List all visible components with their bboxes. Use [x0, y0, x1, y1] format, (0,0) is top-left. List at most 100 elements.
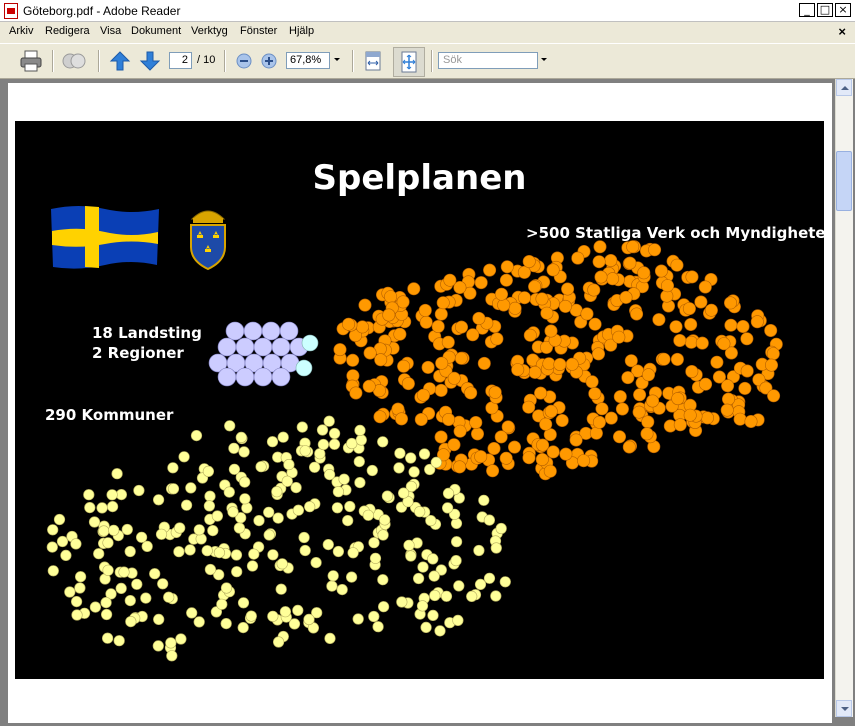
state-agency-dot: [497, 298, 511, 312]
municipality-dot: [372, 621, 384, 633]
municipality-dot: [230, 549, 243, 561]
zoom-dropdown-icon[interactable]: [334, 58, 340, 61]
zoom-level-input[interactable]: 67,8%: [286, 52, 330, 69]
municipality-dot: [157, 578, 169, 590]
state-agency-dot: [684, 335, 698, 349]
state-agency-dot: [648, 243, 662, 257]
label-state-agencies: >500 Statliga Verk och Myndigheter: [526, 224, 824, 242]
municipality-dot: [131, 578, 143, 590]
menu-dokument[interactable]: Dokument: [131, 25, 181, 37]
state-agency-dot: [561, 282, 575, 296]
state-agency-dot: [612, 330, 626, 344]
municipality-dot: [60, 549, 72, 562]
menu-fonster[interactable]: Fönster: [240, 25, 277, 37]
zoom-in-icon[interactable]: [260, 49, 278, 73]
menu-arkiv[interactable]: Arkiv: [9, 25, 33, 37]
state-agency-dot: [523, 328, 537, 342]
search-input[interactable]: Sök: [438, 52, 538, 69]
zoom-out-icon[interactable]: [235, 49, 253, 73]
close-document-button[interactable]: ×: [838, 24, 846, 39]
municipality-dot: [98, 525, 110, 537]
municipality-dot: [271, 486, 283, 498]
toolbar-separator: [98, 50, 100, 72]
state-agency-dot: [373, 410, 387, 424]
municipality-dot: [246, 560, 259, 572]
municipality-dot: [106, 501, 119, 513]
municipality-dot: [408, 466, 420, 478]
menu-redigera[interactable]: Redigera: [45, 25, 90, 37]
state-agency-dot: [721, 379, 735, 393]
state-agency-dot: [717, 337, 731, 351]
state-agency-dot: [447, 438, 461, 452]
state-agency-dot: [528, 280, 542, 294]
fit-page-button[interactable]: [393, 47, 425, 77]
municipality-dot: [324, 469, 336, 481]
next-page-icon[interactable]: [138, 49, 162, 73]
municipality-dot: [108, 524, 120, 536]
municipality-dot: [316, 424, 329, 436]
municipality-dot: [332, 486, 345, 498]
state-agency-dot: [699, 377, 713, 391]
vertical-scrollbar[interactable]: [835, 79, 853, 717]
close-button[interactable]: ×: [835, 3, 851, 17]
municipality-dot: [220, 582, 233, 594]
scroll-down-button[interactable]: [836, 700, 852, 717]
page-number-input[interactable]: 2: [169, 52, 192, 69]
municipality-dot: [396, 596, 408, 608]
municipality-dot: [272, 512, 284, 524]
state-agency-dot: [555, 413, 569, 427]
municipality-dot: [223, 486, 235, 498]
label-county-councils: 18 Landsting: [92, 324, 202, 342]
state-agency-dot: [355, 320, 369, 334]
municipality-dot: [228, 463, 240, 475]
municipality-dot: [211, 510, 223, 522]
state-agency-dot: [470, 427, 484, 441]
state-agency-dot: [695, 336, 709, 350]
municipality-dot: [174, 522, 186, 534]
page-total: / 10: [197, 54, 216, 66]
state-agency-dot: [394, 412, 408, 426]
county-council-dot: [235, 367, 255, 387]
state-agency-dot: [397, 359, 411, 373]
menu-verktyg[interactable]: Verktyg: [191, 25, 228, 37]
state-agency-dot: [414, 412, 428, 426]
state-agency-dot: [474, 276, 488, 290]
menu-visa[interactable]: Visa: [100, 25, 121, 37]
state-agency-dot: [592, 415, 606, 429]
state-agency-dot: [382, 308, 396, 322]
label-regions: 2 Regioner: [92, 344, 184, 362]
state-agency-dot: [407, 282, 421, 296]
previous-page-icon[interactable]: [108, 49, 132, 73]
municipality-dot: [442, 502, 454, 514]
collaborate-icon[interactable]: [60, 49, 88, 73]
state-agency-dot: [736, 320, 750, 334]
municipality-dot: [317, 438, 330, 451]
county-council-dot: [253, 337, 273, 357]
county-council-dot: [253, 367, 273, 387]
minimize-button[interactable]: _: [799, 3, 815, 17]
state-agency-dot: [342, 317, 356, 331]
municipality-dot: [202, 465, 214, 478]
municipality-dot: [207, 525, 219, 537]
scrollbar-thumb[interactable]: [836, 151, 852, 211]
county-council-dot: [261, 321, 281, 341]
municipality-dot: [83, 489, 95, 501]
county-council-dot: [279, 321, 299, 341]
print-icon[interactable]: [18, 49, 44, 73]
municipality-dot: [473, 544, 485, 557]
municipality-dot: [379, 514, 391, 526]
search-dropdown-icon[interactable]: [541, 58, 547, 61]
scroll-up-button[interactable]: [836, 79, 852, 96]
dot-clusters: [46, 240, 783, 662]
restore-button[interactable]: □: [817, 3, 833, 17]
fit-width-icon[interactable]: [362, 49, 384, 73]
municipality-dot: [238, 446, 250, 458]
state-agency-dot: [517, 291, 531, 305]
state-agency-dot: [522, 255, 536, 269]
municipality-dot: [237, 597, 250, 609]
state-agency-dot: [744, 414, 758, 428]
arrow-down-icon: [841, 707, 849, 711]
municipality-dot: [133, 484, 145, 497]
menu-hjalp[interactable]: Hjälp: [289, 25, 314, 37]
state-agency-dot: [585, 375, 599, 389]
